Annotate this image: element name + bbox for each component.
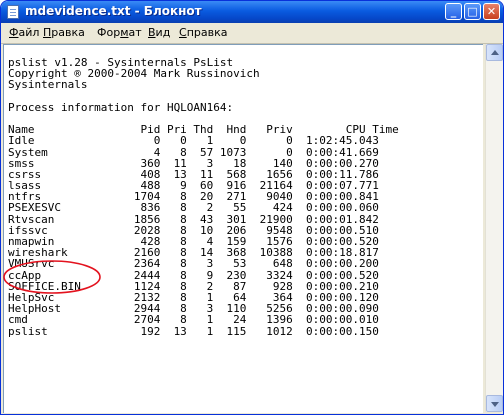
- minimize-button[interactable]: _: [445, 3, 462, 20]
- document-line: Idle 0 0 1 0 0 1:02:45.043: [8, 134, 379, 148]
- window-title: mdevidence.txt - Блокнот: [25, 4, 202, 18]
- maximize-button[interactable]: □: [464, 3, 481, 20]
- menu-view-label: ид: [155, 26, 171, 39]
- close-button[interactable]: ✕: [483, 3, 500, 20]
- red-highlight-ellipse: [3, 260, 101, 294]
- menu-format-hotkey: м: [120, 26, 129, 39]
- menu-help-label: правка: [186, 26, 228, 39]
- title-bar[interactable]: mdevidence.txt - Блокнот _ □ ✕: [1, 1, 503, 23]
- notepad-icon[interactable]: [7, 5, 19, 19]
- menu-bar: Файл Правка Формат Вид Справка: [1, 23, 503, 44]
- document-line: cmd 2704 8 1 24 1396 0:00:00.010: [8, 313, 379, 327]
- maximize-icon: □: [467, 5, 478, 18]
- vertical-scrollbar[interactable]: [485, 44, 503, 412]
- menu-format-label-pre: Фор: [97, 26, 121, 39]
- highlight-ellipse-shape: [3, 260, 101, 294]
- close-icon: ✕: [486, 5, 497, 18]
- document-line: pslist 192 13 1 115 1012 0:00:00.150: [8, 324, 379, 338]
- menu-view-hotkey: В: [148, 26, 156, 39]
- menu-format[interactable]: Формат: [97, 26, 142, 39]
- document-line: Process information for HQLOAN164:: [8, 100, 234, 114]
- document-line: PSEXESVC 836 8 2 55 424 0:00:00.060: [8, 201, 379, 215]
- menu-file-label: айл: [18, 26, 40, 39]
- document-line: Sysinternals: [8, 78, 88, 92]
- document-line: System 4 8 57 1073 0 0:00:41.669: [8, 145, 379, 159]
- menu-view[interactable]: Вид: [148, 26, 170, 39]
- menu-help-hotkey: С: [179, 26, 187, 39]
- scroll-down-arrow-icon[interactable]: [486, 395, 503, 412]
- menu-file[interactable]: Файл: [9, 26, 39, 39]
- menu-edit[interactable]: Правка: [43, 26, 85, 39]
- menu-edit-label: равка: [51, 26, 85, 39]
- minimize-icon: _: [450, 5, 457, 18]
- menu-format-label: ат: [128, 26, 142, 39]
- text-editor-area[interactable]: pslist v1.28 - Sysinternals PsList Copyri…: [3, 44, 483, 413]
- menu-help[interactable]: Справка: [179, 26, 227, 39]
- scroll-up-arrow-icon[interactable]: [486, 44, 503, 61]
- notepad-window: mdevidence.txt - Блокнот _ □ ✕ Файл Прав…: [0, 0, 504, 415]
